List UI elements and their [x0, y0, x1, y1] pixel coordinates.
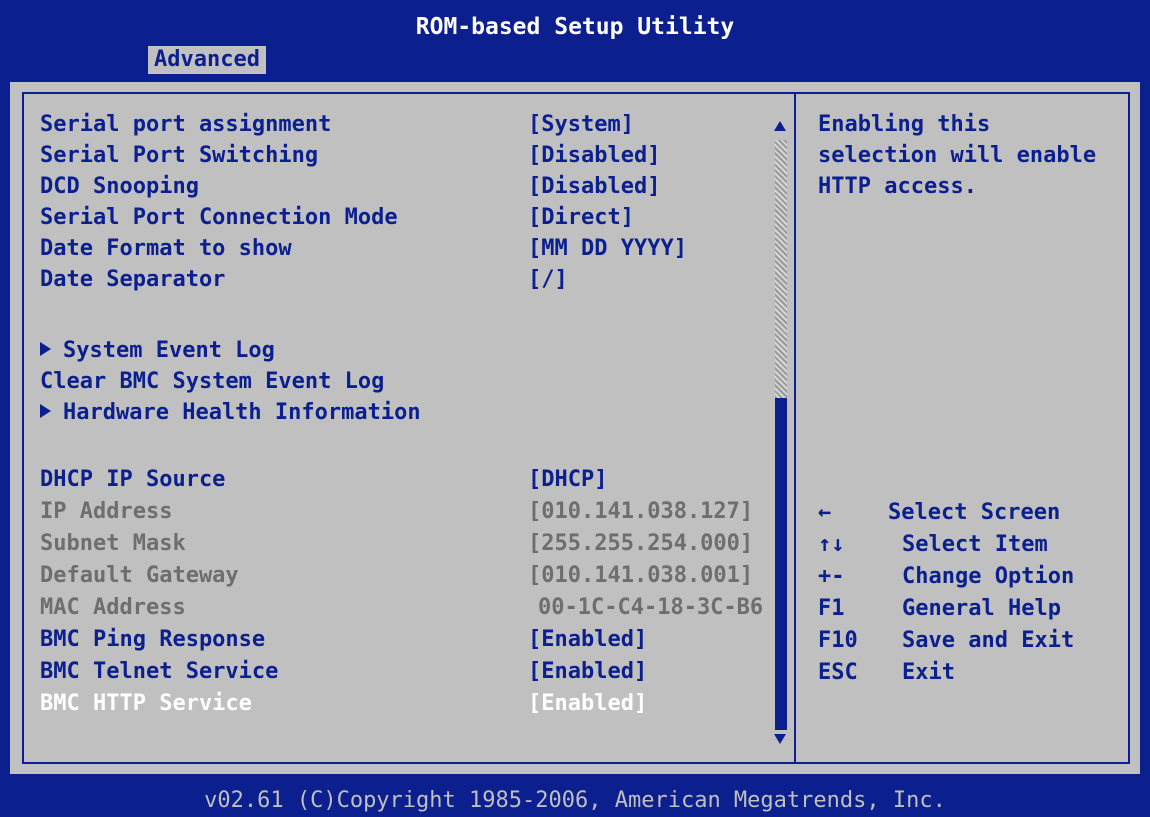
setting-value[interactable]: [DHCP]: [528, 465, 607, 495]
help-text-line: HTTP access.: [818, 174, 977, 199]
action-clear-bmc-system-event-log[interactable]: Clear BMC System Event Log: [40, 367, 384, 397]
setting-serial-port-assignment[interactable]: Serial port assignment [System]: [40, 110, 634, 140]
key-desc-save-and-exit: Save and Exit: [902, 628, 1075, 653]
setting-date-format[interactable]: Date Format to show [MM DD YYYY]: [40, 234, 687, 264]
setting-label: Date Separator: [40, 267, 226, 292]
window-title: ROM-based Setup Utility: [415, 14, 735, 40]
bios-screen: ROM-based Setup Utility Advanced Serial …: [0, 0, 1150, 817]
setting-label: Subnet Mask: [40, 531, 186, 556]
setting-label: DHCP IP Source: [40, 467, 226, 492]
key-desc-select-screen: Select Screen: [888, 500, 1061, 525]
help-text-line: selection will enable: [818, 143, 1097, 168]
setting-bmc-ping-response[interactable]: BMC Ping Response [Enabled]: [40, 625, 647, 655]
setting-label: MAC Address: [40, 595, 186, 620]
setting-value[interactable]: [Disabled]: [528, 141, 660, 171]
setting-value[interactable]: [Disabled]: [528, 172, 660, 202]
setting-value: [255.255.254.000]: [528, 531, 754, 556]
setting-dcd-snooping[interactable]: DCD Snooping [Disabled]: [40, 172, 660, 202]
key-desc-change-option: Change Option: [902, 564, 1075, 589]
setting-value[interactable]: [System]: [528, 110, 634, 140]
submenu-arrow-icon: [40, 342, 51, 356]
setting-label: Serial Port Connection Mode: [40, 205, 398, 230]
key-desc-general-help: General Help: [902, 596, 1061, 621]
key-esc: ESC: [818, 660, 858, 685]
key-f1: F1: [818, 596, 845, 621]
setting-date-separator[interactable]: Date Separator [/]: [40, 265, 568, 295]
setting-label: DCD Snooping: [40, 174, 199, 199]
setting-label: IP Address: [40, 499, 173, 524]
setting-label: Serial Port Switching: [40, 143, 319, 168]
key-left-arrow: ←: [818, 500, 832, 525]
setting-mac-address: MAC Address 00-1C-C4-18-3C-B6: [40, 593, 763, 623]
submenu-hardware-health-information[interactable]: Hardware Health Information: [40, 398, 421, 428]
setting-bmc-http-service[interactable]: BMC HTTP Service [Enabled]: [40, 689, 647, 719]
help-divider: [794, 92, 796, 764]
setting-label: BMC Telnet Service: [40, 659, 279, 684]
setting-value[interactable]: [Enabled]: [528, 625, 647, 655]
setting-value[interactable]: [MM DD YYYY]: [528, 234, 687, 264]
setting-serial-port-connection-mode[interactable]: Serial Port Connection Mode [Direct]: [40, 203, 634, 233]
action-label: Clear BMC System Event Log: [40, 369, 385, 394]
key-desc-exit: Exit: [902, 660, 955, 685]
setting-value[interactable]: [Enabled]: [528, 689, 647, 719]
submenu-arrow-icon: [40, 404, 51, 418]
scrollbar-thumb[interactable]: [775, 398, 787, 730]
setting-value: [010.141.038.127]: [528, 499, 754, 524]
setting-default-gateway: Default Gateway [010.141.038.001]: [40, 561, 753, 591]
scroll-up-arrow-icon[interactable]: [774, 121, 786, 131]
setting-label: BMC HTTP Service: [40, 691, 252, 716]
submenu-label: System Event Log: [63, 338, 275, 363]
setting-bmc-telnet-service[interactable]: BMC Telnet Service [Enabled]: [40, 657, 647, 687]
key-f10: F10: [818, 628, 858, 653]
setting-value: 00-1C-C4-18-3C-B6: [538, 595, 764, 620]
setting-label: BMC Ping Response: [40, 627, 266, 652]
setting-label: Serial port assignment: [40, 112, 332, 137]
help-text-line: Enabling this: [818, 112, 991, 137]
setting-dhcp-ip-source[interactable]: DHCP IP Source [DHCP]: [40, 465, 607, 495]
copyright-footer: v02.61 (C)Copyright 1985-2006, American …: [204, 788, 946, 813]
setting-value[interactable]: [Direct]: [528, 203, 634, 233]
setting-label: Default Gateway: [40, 563, 239, 588]
setting-label: Date Format to show: [40, 236, 292, 261]
setting-serial-port-switching[interactable]: Serial Port Switching [Disabled]: [40, 141, 660, 171]
key-desc-select-item: Select Item: [902, 532, 1048, 557]
submenu-system-event-log[interactable]: System Event Log: [40, 336, 275, 366]
setting-value[interactable]: [Enabled]: [528, 657, 647, 687]
setting-value: [010.141.038.001]: [528, 563, 754, 588]
tab-advanced[interactable]: Advanced: [148, 46, 266, 74]
scroll-down-arrow-icon[interactable]: [774, 734, 786, 744]
setting-ip-address: IP Address [010.141.038.127]: [40, 497, 753, 527]
setting-value[interactable]: [/]: [528, 265, 568, 295]
setting-subnet-mask: Subnet Mask [255.255.254.000]: [40, 529, 753, 559]
submenu-label: Hardware Health Information: [63, 400, 421, 425]
key-plus-minus: +-: [818, 564, 845, 589]
key-up-down: ↑↓: [818, 532, 845, 557]
scrollbar-track[interactable]: [775, 140, 787, 398]
